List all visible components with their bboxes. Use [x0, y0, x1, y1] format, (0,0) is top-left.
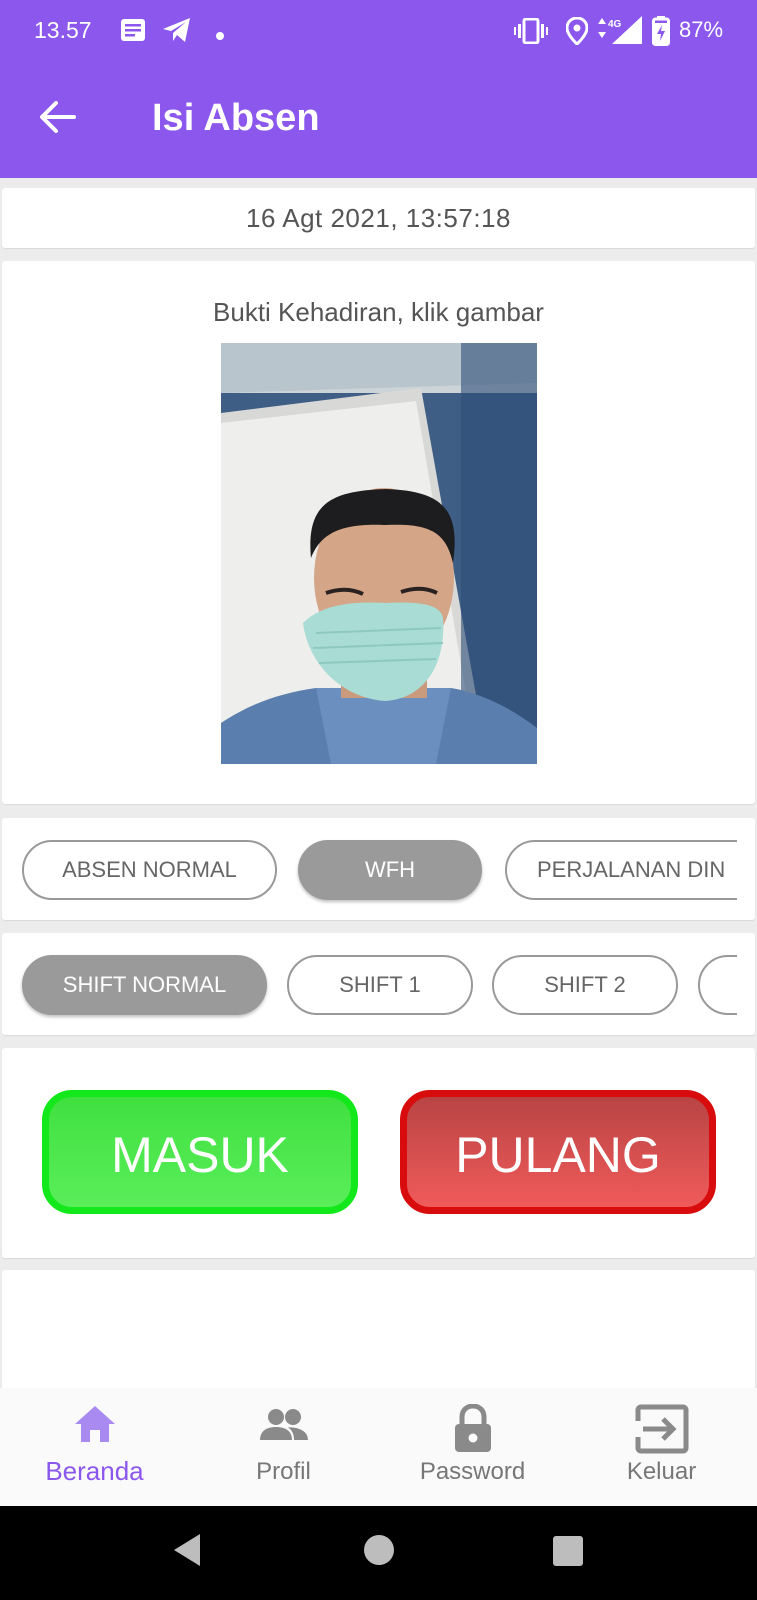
battery-percent: 87%	[679, 17, 724, 42]
dot-icon	[216, 27, 224, 45]
status-bar: 13.57 4G 87%	[0, 0, 757, 64]
nav-label-profil: Profil	[256, 1458, 311, 1485]
chip-perjalanan-dinas[interactable]: PERJALANAN DIN	[505, 840, 737, 900]
photo-card: Bukti Kehadiran, klik gambar	[2, 261, 755, 804]
nav-profil[interactable]: Profil	[189, 1388, 378, 1506]
signal-icon: 4G	[598, 16, 646, 51]
status-time: 13.57	[34, 17, 92, 43]
datetime-display: 16 Agt 2021, 13:57:18	[2, 188, 755, 248]
photo-label: Bukti Kehadiran, klik gambar	[213, 297, 544, 327]
nav-label-keluar: Keluar	[626, 1458, 697, 1485]
system-back-icon[interactable]	[172, 1533, 202, 1572]
nav-beranda[interactable]: Beranda	[0, 1388, 189, 1506]
attendance-photo[interactable]	[221, 343, 537, 764]
telegram-icon	[162, 17, 192, 48]
location-icon	[565, 16, 589, 50]
attendance-type-chips: ABSEN NORMAL WFH PERJALANAN DIN	[2, 818, 755, 920]
chip-absen-normal[interactable]: ABSEN NORMAL	[22, 840, 277, 900]
chip-shift-normal[interactable]: SHIFT NORMAL	[22, 955, 267, 1015]
nav-label-password: Password	[419, 1458, 526, 1485]
people-icon	[189, 1404, 378, 1449]
lock-icon	[378, 1403, 567, 1459]
bottom-navigation: Beranda Profil Password Keluar	[0, 1388, 757, 1506]
back-arrow-icon[interactable]	[38, 100, 76, 139]
chip-wfh[interactable]: WFH	[298, 840, 482, 900]
nav-password[interactable]: Password	[378, 1388, 567, 1506]
system-navigation-bar	[0, 1506, 757, 1600]
notes-icon	[120, 18, 146, 47]
nav-keluar[interactable]: Keluar	[567, 1388, 756, 1506]
pulang-button[interactable]: PULANG	[400, 1090, 716, 1214]
app-bar: Isi Absen	[0, 64, 757, 178]
home-icon	[0, 1404, 189, 1449]
battery-icon	[652, 16, 670, 51]
vibrate-icon	[514, 17, 548, 49]
chip-shift-2[interactable]: SHIFT 2	[492, 955, 678, 1015]
nav-label-beranda: Beranda	[45, 1456, 144, 1486]
system-home-icon[interactable]	[363, 1534, 395, 1571]
masuk-button[interactable]: MASUK	[42, 1090, 358, 1214]
exit-icon	[567, 1404, 756, 1459]
network-type: 4G	[608, 19, 622, 30]
action-card: MASUK PULANG	[2, 1048, 755, 1258]
shift-chips: SHIFT NORMAL SHIFT 1 SHIFT 2	[2, 933, 755, 1035]
system-recents-icon[interactable]	[552, 1535, 584, 1572]
chip-shift-1[interactable]: SHIFT 1	[287, 955, 473, 1015]
chip-shift-next[interactable]	[698, 955, 737, 1015]
page-title: Isi Absen	[152, 97, 320, 139]
empty-card	[2, 1270, 755, 1390]
